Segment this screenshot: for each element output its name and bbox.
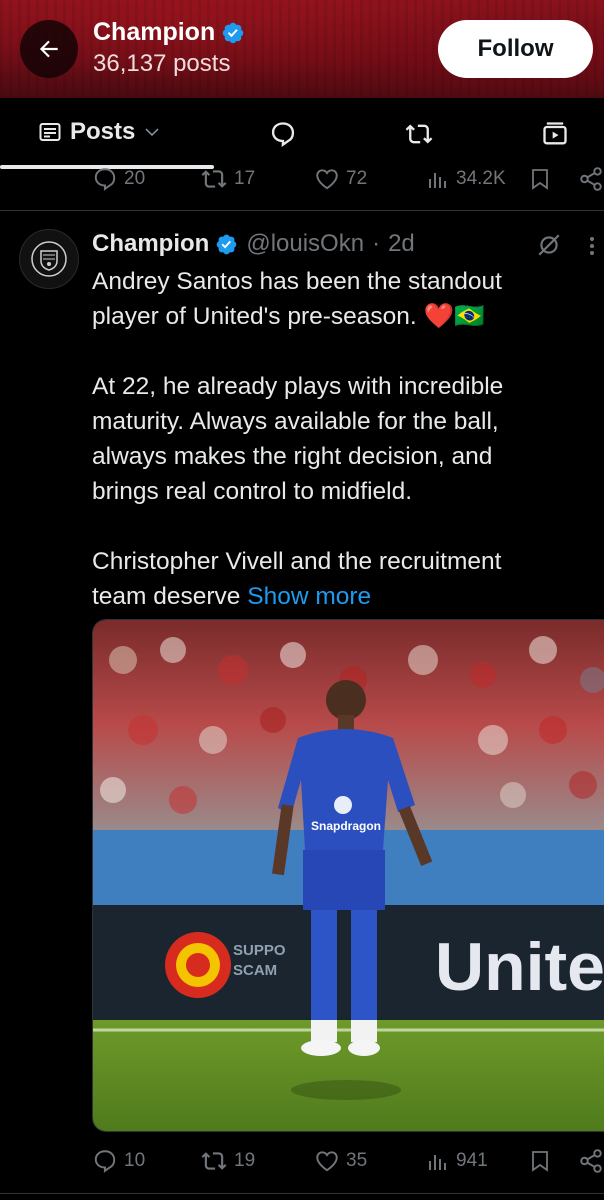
repost-count: 17 — [234, 168, 256, 189]
tweet-handle[interactable]: @louisOkn — [246, 230, 364, 258]
board-text: Unite — [435, 929, 604, 1005]
views-button[interactable]: 941 — [426, 1148, 488, 1174]
tweet-actions: 10 19 35 941 — [0, 1148, 604, 1178]
grok-icon — [538, 234, 560, 256]
tweet-media-image[interactable]: SUPPO SCAM Unite Snapdragon — [92, 619, 604, 1132]
repost-count: 19 — [234, 1150, 256, 1171]
bookmark-icon — [532, 1151, 548, 1172]
tweet-header: Champion @louisOkn · 2d — [92, 230, 415, 258]
tab-highlights[interactable] — [404, 120, 434, 153]
repost-button[interactable]: 19 — [200, 1148, 255, 1174]
avatar[interactable] — [19, 229, 79, 289]
board-small-text: SUPPO — [233, 942, 286, 959]
prev-post-actions: 20 17 72 34.2K — [0, 166, 604, 196]
tweet-body-text: Andrey Santos has been the standout play… — [92, 268, 504, 610]
more-options-button[interactable] — [584, 234, 600, 263]
reply-button[interactable]: 20 — [92, 166, 145, 192]
reply-icon — [94, 168, 116, 191]
repost-icon — [201, 1152, 227, 1170]
verified-badge-icon — [217, 234, 237, 254]
heart-icon — [316, 169, 338, 190]
bookmark-button[interactable] — [528, 1148, 552, 1174]
follow-button[interactable]: Follow — [438, 20, 593, 78]
repost-icon — [405, 124, 433, 144]
bookmark-icon — [532, 169, 548, 190]
post-divider — [0, 1193, 604, 1194]
views-button[interactable]: 34.2K — [426, 166, 506, 192]
player-photo: SUPPO SCAM Unite Snapdragon — [93, 620, 604, 1131]
repost-icon — [201, 170, 227, 188]
tweet-age[interactable]: 2d — [388, 230, 415, 258]
bookmark-button[interactable] — [528, 166, 552, 192]
video-icon — [543, 122, 567, 145]
like-count: 35 — [346, 1150, 368, 1171]
more-vertical-icon — [590, 237, 594, 255]
sponsor-text: Snapdragon — [311, 819, 381, 833]
views-bar-chart-icon — [429, 1155, 446, 1170]
article-icon — [39, 123, 61, 141]
repost-button[interactable]: 17 — [200, 166, 255, 192]
like-button[interactable]: 72 — [314, 166, 367, 192]
views-bar-chart-icon — [429, 173, 446, 188]
tab-posts-label: Posts — [70, 118, 136, 145]
reply-bubble-icon — [271, 122, 295, 148]
reply-button[interactable]: 10 — [92, 1148, 145, 1174]
reply-count: 10 — [124, 1150, 146, 1171]
reply-count: 20 — [124, 168, 146, 189]
tab-replies[interactable] — [269, 120, 297, 153]
like-button[interactable]: 35 — [314, 1148, 367, 1174]
verified-badge-icon — [222, 22, 244, 43]
share-icon — [580, 167, 602, 191]
chevron-down-icon — [145, 128, 159, 137]
views-count: 941 — [456, 1150, 488, 1171]
posts-count: 36,137 posts — [93, 50, 231, 77]
views-count: 34.2K — [456, 168, 506, 189]
club-crest-icon — [31, 241, 67, 277]
header-title: Champion — [93, 18, 245, 47]
profile-name: Champion — [93, 18, 216, 46]
tab-media[interactable] — [541, 120, 569, 153]
back-button[interactable] — [20, 20, 78, 78]
show-more-link[interactable]: Show more — [247, 583, 371, 610]
post-divider — [0, 210, 604, 211]
svg-text:SCAM: SCAM — [233, 962, 277, 979]
reply-icon — [94, 1150, 116, 1173]
share-icon — [580, 1149, 602, 1173]
profile-tabs: Posts — [0, 98, 604, 170]
share-button[interactable] — [578, 1148, 604, 1174]
heart-icon — [316, 1151, 338, 1172]
tab-posts[interactable]: Posts — [38, 118, 161, 146]
tweet-display-name[interactable]: Champion — [92, 230, 209, 258]
like-count: 72 — [346, 168, 368, 189]
share-button[interactable] — [578, 166, 604, 192]
tweet-text: Andrey Santos has been the standout play… — [92, 264, 562, 614]
grok-button[interactable] — [536, 232, 562, 263]
arrow-left-icon — [39, 40, 58, 58]
tweet-separator: · — [372, 230, 381, 257]
